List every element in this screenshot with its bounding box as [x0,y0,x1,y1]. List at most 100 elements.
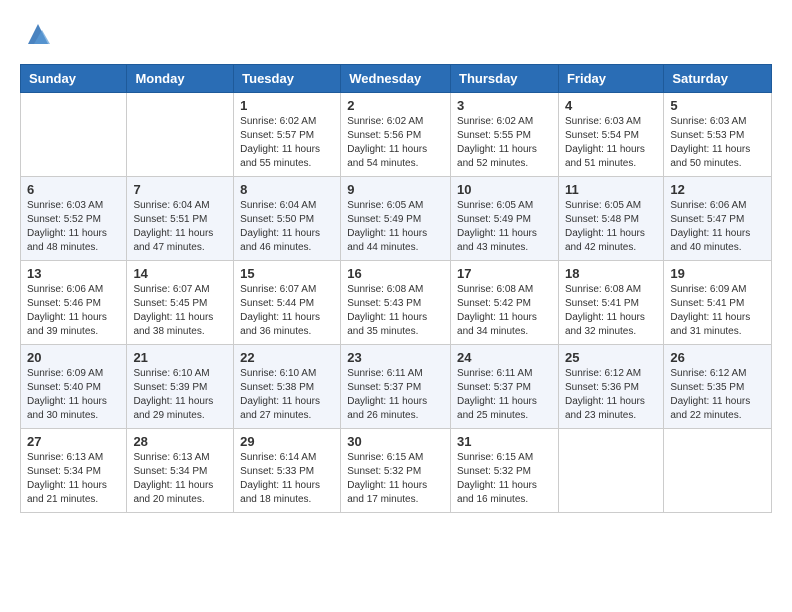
day-number: 12 [670,182,765,197]
day-number: 13 [27,266,120,281]
calendar-cell: 28 Sunrise: 6:13 AMSunset: 5:34 PMDayligh… [127,429,234,513]
weekday-header-row: SundayMondayTuesdayWednesdayThursdayFrid… [21,65,772,93]
calendar-cell: 9 Sunrise: 6:05 AMSunset: 5:49 PMDaylight… [341,177,451,261]
day-number: 16 [347,266,444,281]
calendar-cell [664,429,772,513]
calendar-cell: 26 Sunrise: 6:12 AMSunset: 5:35 PMDayligh… [664,345,772,429]
day-number: 7 [133,182,227,197]
calendar-cell: 24 Sunrise: 6:11 AMSunset: 5:37 PMDayligh… [451,345,559,429]
day-number: 26 [670,350,765,365]
logo-icon [24,20,52,48]
calendar-cell: 17Sunrise: 6:08 AMSunset: 5:42 PMDayligh… [451,261,559,345]
weekday-header-monday: Monday [127,65,234,93]
calendar-cell: 1 Sunrise: 6:02 AMSunset: 5:57 PMDaylight… [234,93,341,177]
day-info: Sunrise: 6:07 AMSunset: 5:45 PMDaylight:… [133,283,227,339]
calendar-cell: 12 Sunrise: 6:06 AMSunset: 5:47 PMDayligh… [664,177,772,261]
day-info: Sunrise: 6:10 AMSunset: 5:39 PMDaylight:… [133,367,227,423]
weekday-header-wednesday: Wednesday [341,65,451,93]
calendar-cell: 30 Sunrise: 6:15 AMSunset: 5:32 PMDayligh… [341,429,451,513]
day-info: Sunrise: 6:02 AMSunset: 5:55 PMDaylight:… [457,115,552,171]
calendar-cell: 8Sunrise: 6:04 AMSunset: 5:50 PMDaylight… [234,177,341,261]
day-number: 17 [457,266,552,281]
day-info: Sunrise: 6:07 AMSunset: 5:44 PMDaylight:… [240,283,334,339]
day-info: Sunrise: 6:13 AMSunset: 5:34 PMDaylight:… [27,451,120,507]
day-number: 10 [457,182,552,197]
day-number: 14 [133,266,227,281]
logo [20,20,52,48]
day-number: 11 [565,182,657,197]
day-number: 27 [27,434,120,449]
day-info: Sunrise: 6:11 AMSunset: 5:37 PMDaylight:… [347,367,444,423]
day-info: Sunrise: 6:08 AMSunset: 5:43 PMDaylight:… [347,283,444,339]
week-row-2: 6 Sunrise: 6:03 AMSunset: 5:52 PMDaylight… [21,177,772,261]
day-info: Sunrise: 6:06 AMSunset: 5:46 PMDaylight:… [27,283,120,339]
day-info: Sunrise: 6:15 AMSunset: 5:32 PMDaylight:… [347,451,444,507]
day-number: 25 [565,350,657,365]
day-info: Sunrise: 6:05 AMSunset: 5:48 PMDaylight:… [565,199,657,255]
day-number: 6 [27,182,120,197]
day-info: Sunrise: 6:02 AMSunset: 5:57 PMDaylight:… [240,115,334,171]
day-number: 1 [240,98,334,113]
week-row-3: 13 Sunrise: 6:06 AMSunset: 5:46 PMDayligh… [21,261,772,345]
calendar-table: SundayMondayTuesdayWednesdayThursdayFrid… [20,64,772,513]
day-number: 15 [240,266,334,281]
calendar-cell: 2 Sunrise: 6:02 AMSunset: 5:56 PMDaylight… [341,93,451,177]
day-info: Sunrise: 6:02 AMSunset: 5:56 PMDaylight:… [347,115,444,171]
day-info: Sunrise: 6:03 AMSunset: 5:52 PMDaylight:… [27,199,120,255]
day-number: 31 [457,434,552,449]
day-number: 22 [240,350,334,365]
calendar-cell: 15 Sunrise: 6:07 AMSunset: 5:44 PMDayligh… [234,261,341,345]
day-number: 9 [347,182,444,197]
day-number: 4 [565,98,657,113]
day-info: Sunrise: 6:08 AMSunset: 5:41 PMDaylight:… [565,283,657,339]
day-number: 18 [565,266,657,281]
calendar-cell: 6 Sunrise: 6:03 AMSunset: 5:52 PMDaylight… [21,177,127,261]
calendar-cell: 20 Sunrise: 6:09 AMSunset: 5:40 PMDayligh… [21,345,127,429]
day-number: 24 [457,350,552,365]
day-number: 2 [347,98,444,113]
weekday-header-friday: Friday [558,65,663,93]
day-info: Sunrise: 6:12 AMSunset: 5:35 PMDaylight:… [670,367,765,423]
weekday-header-thursday: Thursday [451,65,559,93]
calendar-cell: 29 Sunrise: 6:14 AMSunset: 5:33 PMDayligh… [234,429,341,513]
day-info: Sunrise: 6:05 AMSunset: 5:49 PMDaylight:… [347,199,444,255]
day-info: Sunrise: 6:09 AMSunset: 5:40 PMDaylight:… [27,367,120,423]
calendar-cell: 19Sunrise: 6:09 AMSunset: 5:41 PMDayligh… [664,261,772,345]
day-number: 20 [27,350,120,365]
week-row-1: 1 Sunrise: 6:02 AMSunset: 5:57 PMDaylight… [21,93,772,177]
day-info: Sunrise: 6:03 AMSunset: 5:53 PMDaylight:… [670,115,765,171]
day-number: 19 [670,266,765,281]
calendar-cell: 25 Sunrise: 6:12 AMSunset: 5:36 PMDayligh… [558,345,663,429]
calendar-cell: 22 Sunrise: 6:10 AMSunset: 5:38 PMDayligh… [234,345,341,429]
week-row-5: 27 Sunrise: 6:13 AMSunset: 5:34 PMDayligh… [21,429,772,513]
day-number: 30 [347,434,444,449]
calendar-cell: 3Sunrise: 6:02 AMSunset: 5:55 PMDaylight… [451,93,559,177]
calendar-cell: 14 Sunrise: 6:07 AMSunset: 5:45 PMDayligh… [127,261,234,345]
calendar-cell [21,93,127,177]
calendar-cell: 23 Sunrise: 6:11 AMSunset: 5:37 PMDayligh… [341,345,451,429]
calendar-cell: 21Sunrise: 6:10 AMSunset: 5:39 PMDayligh… [127,345,234,429]
week-row-4: 20 Sunrise: 6:09 AMSunset: 5:40 PMDayligh… [21,345,772,429]
calendar-cell: 10 Sunrise: 6:05 AMSunset: 5:49 PMDayligh… [451,177,559,261]
day-info: Sunrise: 6:06 AMSunset: 5:47 PMDaylight:… [670,199,765,255]
day-number: 28 [133,434,227,449]
calendar-cell [558,429,663,513]
day-info: Sunrise: 6:12 AMSunset: 5:36 PMDaylight:… [565,367,657,423]
calendar-cell: 11 Sunrise: 6:05 AMSunset: 5:48 PMDayligh… [558,177,663,261]
calendar-cell: 5Sunrise: 6:03 AMSunset: 5:53 PMDaylight… [664,93,772,177]
day-info: Sunrise: 6:15 AMSunset: 5:32 PMDaylight:… [457,451,552,507]
day-info: Sunrise: 6:13 AMSunset: 5:34 PMDaylight:… [133,451,227,507]
day-info: Sunrise: 6:14 AMSunset: 5:33 PMDaylight:… [240,451,334,507]
calendar-cell: 31 Sunrise: 6:15 AMSunset: 5:32 PMDayligh… [451,429,559,513]
day-number: 29 [240,434,334,449]
weekday-header-saturday: Saturday [664,65,772,93]
page-header [20,20,772,48]
day-info: Sunrise: 6:05 AMSunset: 5:49 PMDaylight:… [457,199,552,255]
day-info: Sunrise: 6:10 AMSunset: 5:38 PMDaylight:… [240,367,334,423]
day-number: 8 [240,182,334,197]
day-number: 23 [347,350,444,365]
weekday-header-sunday: Sunday [21,65,127,93]
calendar-cell: 13 Sunrise: 6:06 AMSunset: 5:46 PMDayligh… [21,261,127,345]
calendar-cell: 27 Sunrise: 6:13 AMSunset: 5:34 PMDayligh… [21,429,127,513]
day-info: Sunrise: 6:11 AMSunset: 5:37 PMDaylight:… [457,367,552,423]
